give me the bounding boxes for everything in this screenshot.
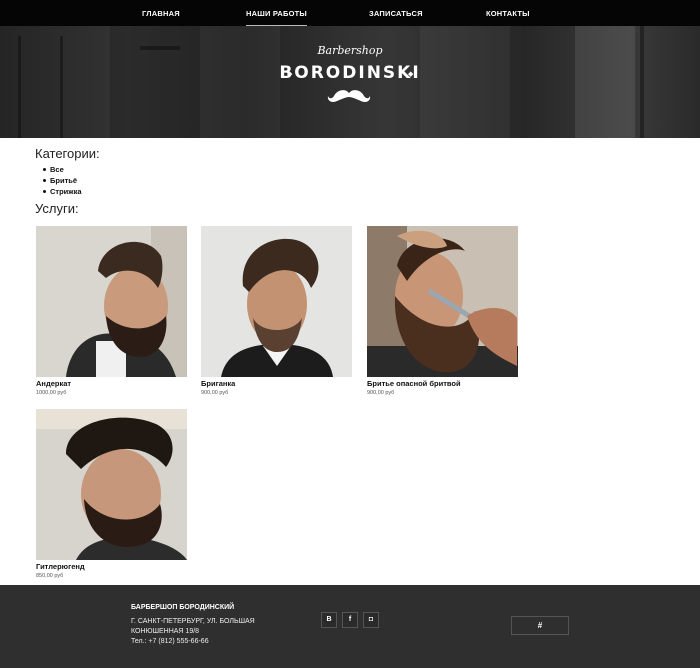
site-footer: БАРБЕРШОП БОРОДИНСКИЙ Г. САНКТ-ПЕТЕРБУРГ… (0, 585, 700, 668)
top-navigation: ГЛАВНАЯ НАШИ РАБОТЫ ЗАПИСАТЬСЯ КОНТАКТЫ (0, 0, 700, 26)
service-card[interactable]: Гитлерюгенд 850,00 руб (36, 409, 187, 579)
service-price: 900,00 руб (201, 390, 229, 396)
mustache-icon (327, 90, 371, 103)
footer-address-line2: КОНЮШЕННАЯ 19/8 (131, 628, 200, 635)
diamond-icon: ◆ (408, 71, 414, 78)
instagram-icon[interactable]: ◘ (363, 612, 379, 628)
service-name: Андеркат (36, 379, 72, 388)
category-item-haircut[interactable]: Стрижка (42, 186, 82, 197)
service-photo[interactable] (36, 409, 187, 560)
service-name: Гитлерюгенд (36, 562, 85, 571)
vk-icon[interactable]: B (321, 612, 337, 628)
footer-title: БАРБЕРШОП БОРОДИНСКИЙ (131, 604, 235, 611)
nav-link-contacts[interactable]: КОНТАКТЫ (486, 9, 530, 18)
nav-link-home[interactable]: ГЛАВНАЯ (142, 9, 180, 18)
service-name: Бриганка (201, 379, 236, 388)
nav-link-portfolio[interactable]: НАШИ РАБОТЫ (246, 9, 307, 26)
brand-tagline: Barbershop (317, 44, 383, 57)
service-price: 900,00 руб (367, 390, 395, 396)
services-heading: Услуги: (35, 201, 79, 216)
category-item-shaving[interactable]: Бритьё (42, 175, 82, 186)
service-card[interactable]: Бриганка 900,00 руб (201, 226, 352, 396)
service-photo[interactable] (201, 226, 352, 377)
service-photo[interactable] (367, 226, 518, 377)
hero-banner: Barbershop ◆ BORODINSKI ◆ (0, 26, 700, 138)
footer-button[interactable]: # (511, 616, 569, 635)
service-price: 1000,00 руб (36, 390, 67, 396)
category-item-all[interactable]: Все (42, 164, 82, 175)
service-price: 850,00 руб (36, 573, 64, 579)
service-name: Бритье опасной бритвой (367, 379, 461, 388)
facebook-icon[interactable]: f (342, 612, 358, 628)
service-card[interactable]: Бритье опасной бритвой 900,00 руб (367, 226, 518, 396)
service-card[interactable]: Андеркат 1000,00 руб (36, 226, 187, 396)
categories-heading: Категории: (35, 146, 100, 161)
footer-phone: Тел.: +7 (812) 555-66-66 (131, 638, 209, 645)
category-list: Все Бритьё Стрижка (42, 164, 82, 197)
service-photo[interactable] (36, 226, 187, 377)
footer-address-line1: Г. САНКТ-ПЕТЕРБУРГ, УЛ. БОЛЬШАЯ (131, 618, 255, 625)
brand-logo-text: BORODINSKI (279, 63, 421, 83)
nav-link-booking[interactable]: ЗАПИСАТЬСЯ (369, 9, 423, 18)
